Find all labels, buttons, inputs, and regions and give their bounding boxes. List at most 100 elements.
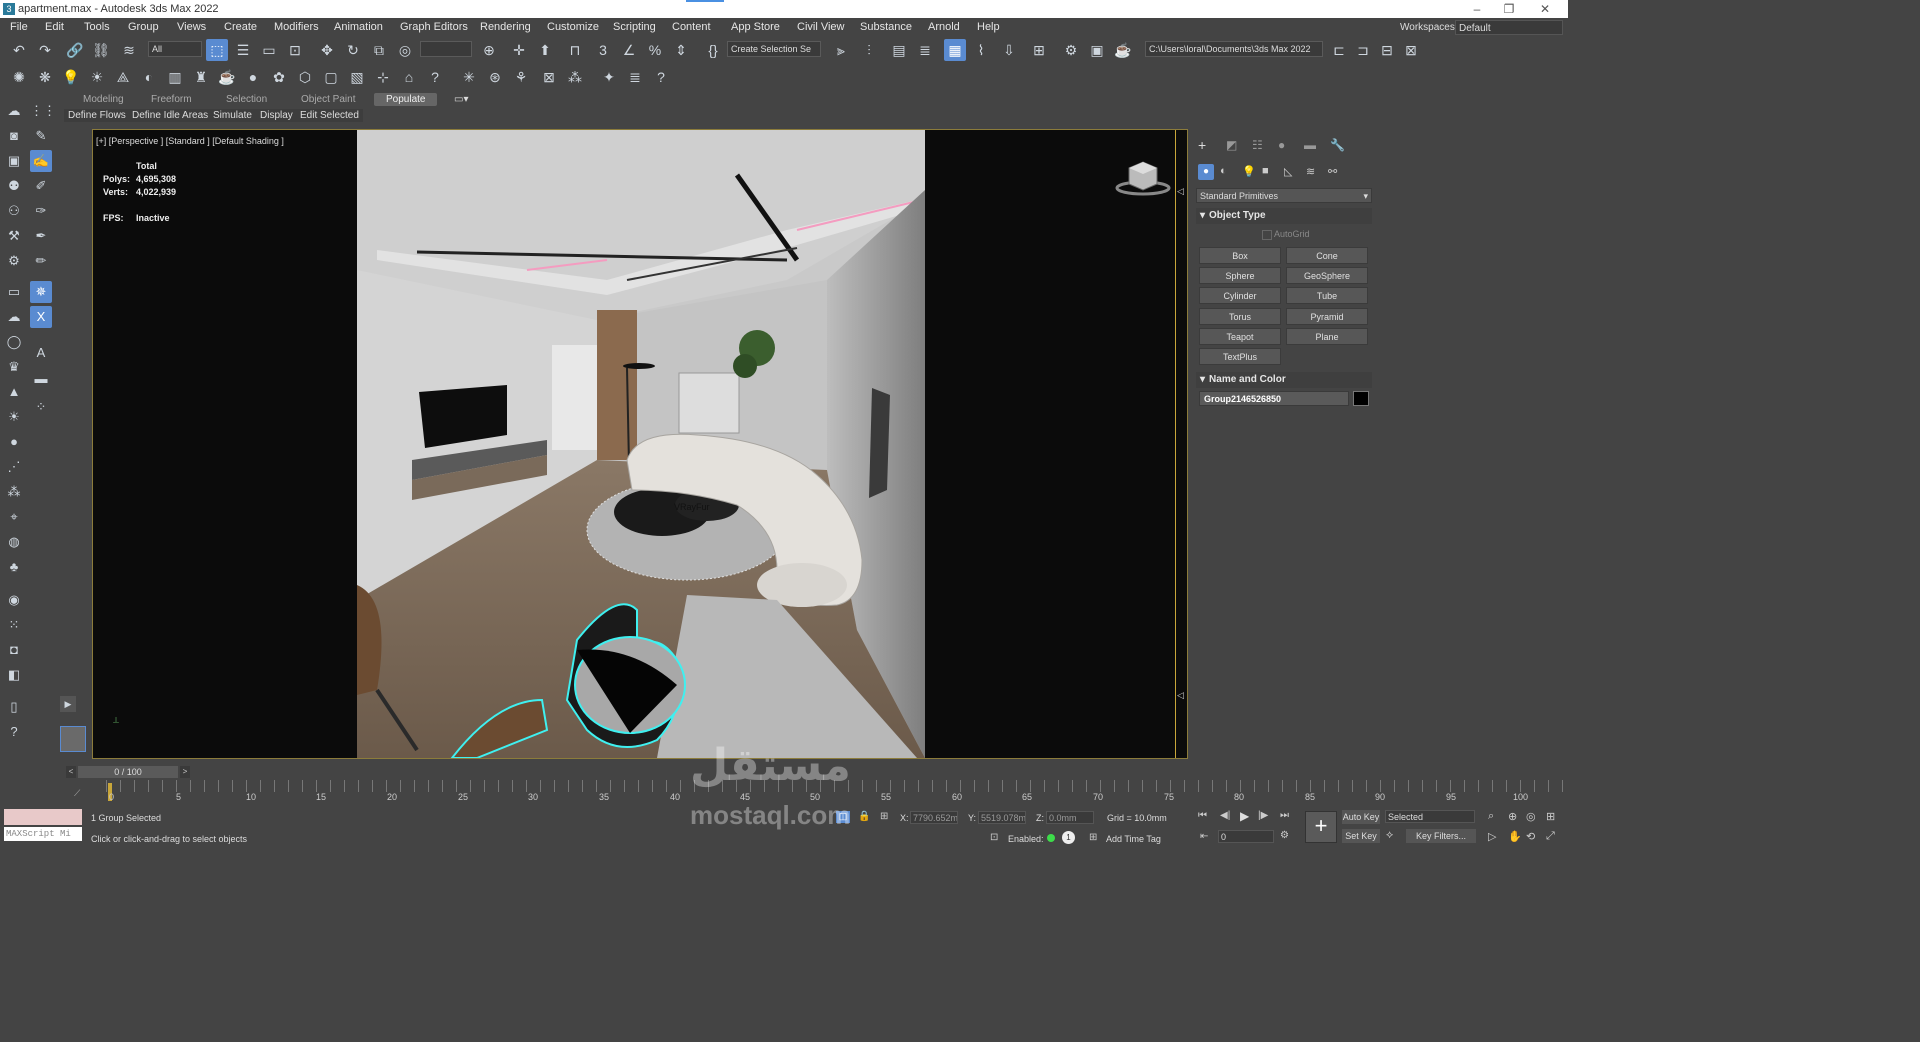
tube-button[interactable]: Tube xyxy=(1286,287,1368,304)
menu-edit[interactable]: Edit xyxy=(45,21,64,33)
name-and-color-rollout[interactable]: ▾ Name and Color xyxy=(1196,372,1372,388)
maximize-viewport-icon[interactable]: ⤢ xyxy=(1546,830,1555,843)
selection-lock-icon[interactable]: 🔒 xyxy=(858,811,870,822)
add-time-tag[interactable]: Add Time Tag xyxy=(1106,834,1161,844)
render-production-icon[interactable]: ☕ xyxy=(1112,39,1134,61)
sofa-icon[interactable]: ♛ xyxy=(3,356,25,378)
dots-icon[interactable]: ⁘ xyxy=(30,396,52,418)
sun-light-icon[interactable]: ☀ xyxy=(3,406,25,428)
select-by-name-icon[interactable]: ☰ xyxy=(232,39,254,61)
select-object-icon[interactable]: ⬚ xyxy=(206,39,228,61)
render-icon[interactable]: ◘ xyxy=(3,639,25,661)
enabled-indicator[interactable] xyxy=(1047,834,1055,842)
render-setup-icon[interactable]: ⚙ xyxy=(1060,39,1082,61)
adaptive-degradation-icon[interactable]: ⊡ xyxy=(990,832,998,843)
text-icon[interactable]: A xyxy=(30,342,52,364)
unlink-icon[interactable]: ⛓ xyxy=(90,39,112,61)
redo-icon[interactable]: ↷ xyxy=(34,39,56,61)
primitives-dropdown[interactable]: Standard Primitives ▾ xyxy=(1196,188,1372,203)
placement-icon[interactable]: ◎ xyxy=(394,39,416,61)
people-icon[interactable]: ⚇ xyxy=(3,200,25,222)
vray-icon-1[interactable]: ✺ xyxy=(8,66,30,88)
systems-icon[interactable]: ⚯ xyxy=(1328,165,1337,178)
pan-view-icon[interactable]: ✋ xyxy=(1508,830,1522,843)
schematic-view-icon[interactable]: ⇩ xyxy=(998,39,1020,61)
particle-icon[interactable]: ⁂ xyxy=(3,481,25,503)
brush-icon-2[interactable]: ✐ xyxy=(30,175,52,197)
material-ball-icon[interactable]: ◉ xyxy=(3,589,25,611)
go-to-end-icon[interactable]: ⏭ xyxy=(1280,810,1289,821)
layer-explorer-icon[interactable]: ≣ xyxy=(914,39,936,61)
create-tab-icon[interactable]: + xyxy=(1198,137,1206,153)
tab-freeform[interactable]: Freeform xyxy=(151,94,192,105)
bottle-icon[interactable]: ♜ xyxy=(190,66,212,88)
align-icon[interactable]: ⫶ xyxy=(858,39,880,61)
scale-icon[interactable]: ⧉ xyxy=(368,39,390,61)
key-mode-select[interactable]: Selected xyxy=(1385,810,1475,823)
ribbon-options-icon[interactable]: ▭▾ xyxy=(454,94,468,105)
torus-icon[interactable]: ◯ xyxy=(3,331,25,353)
menu-help[interactable]: Help xyxy=(977,21,1000,33)
absolute-mode-icon[interactable]: ⊞ xyxy=(880,811,888,822)
plant-icon[interactable]: ♣ xyxy=(3,556,25,578)
project-icon-4[interactable]: ⊠ xyxy=(1400,39,1422,61)
menu-tools[interactable]: Tools xyxy=(84,21,110,33)
lights-icon[interactable]: 💡 xyxy=(1242,165,1256,178)
camera-icon[interactable]: ⌂ xyxy=(398,66,420,88)
minimize-button[interactable]: – xyxy=(1462,1,1492,17)
ball-icon[interactable]: ● xyxy=(3,431,25,453)
project-icon-2[interactable]: ⊐ xyxy=(1352,39,1374,61)
menu-animation[interactable]: Animation xyxy=(334,21,383,33)
menu-modifiers[interactable]: Modifiers xyxy=(274,21,319,33)
zoom-extents-all-icon[interactable]: ⊞ xyxy=(1546,810,1555,823)
cloud-icon[interactable]: ☁ xyxy=(3,306,25,328)
display-tab-icon[interactable]: ▬ xyxy=(1304,138,1316,152)
stairs-icon[interactable]: ⋰ xyxy=(3,456,25,478)
rendered-frame-window-icon[interactable]: ▣ xyxy=(1086,39,1108,61)
angle-snap-icon[interactable]: ∠ xyxy=(618,39,640,61)
bind-space-warp-icon[interactable]: ≋ xyxy=(118,39,140,61)
transform-icon-3[interactable]: ⚘ xyxy=(510,66,532,88)
snaps-toggle-icon[interactable]: ⊓ xyxy=(564,39,586,61)
frame-icon[interactable]: ▥ xyxy=(164,66,186,88)
x-coordinate-field[interactable]: 7790.652m xyxy=(910,811,958,824)
sun-icon[interactable]: ☀ xyxy=(86,66,108,88)
tab-populate[interactable]: Populate xyxy=(374,93,438,106)
plugin-help-icon[interactable]: ? xyxy=(650,66,672,88)
scene-icon[interactable]: ⚉ xyxy=(3,175,25,197)
maxscript-mini-listener[interactable]: MAXScript Mi xyxy=(4,827,82,841)
viewport-label[interactable]: [+] [Perspective ] [Standard ] [Default … xyxy=(96,136,284,146)
spacewarps-icon[interactable]: ≋ xyxy=(1306,165,1315,178)
spinner-snap-icon[interactable]: ⇕ xyxy=(670,39,692,61)
key-mode-toggle-icon[interactable]: ⇤ xyxy=(1200,831,1208,842)
edit-selected-button[interactable]: Edit Selected xyxy=(296,109,363,122)
define-idle-areas-button[interactable]: Define Idle Areas xyxy=(128,109,213,122)
object-name-field[interactable]: Group2146526850 xyxy=(1199,391,1349,406)
torus-button[interactable]: Torus xyxy=(1199,308,1281,325)
snap-3d-icon[interactable]: 3 xyxy=(592,39,614,61)
hierarchy-tab-icon[interactable]: ☷ xyxy=(1252,138,1263,152)
teapot-icon[interactable]: ☕ xyxy=(216,66,238,88)
light-icon[interactable]: 💡 xyxy=(60,66,82,88)
menu-content[interactable]: Content xyxy=(672,21,711,33)
node-icon[interactable]: ⌖ xyxy=(3,506,25,528)
tree-icon[interactable]: ⟁ xyxy=(112,66,134,88)
helpers-icon[interactable]: ◺ xyxy=(1284,165,1292,178)
motion-tab-icon[interactable]: ● xyxy=(1278,138,1285,152)
transform-icon-1[interactable]: ✳ xyxy=(458,66,480,88)
undo-icon[interactable]: ↶ xyxy=(8,39,30,61)
fur-icon[interactable]: ✿ xyxy=(268,66,290,88)
wrench-icon[interactable]: ⚙ xyxy=(3,250,25,272)
globe-icon[interactable]: ◍ xyxy=(3,531,25,553)
project-path-select[interactable]: C:\Users\loral\Documents\3ds Max 2022 xyxy=(1145,41,1323,57)
cone-button[interactable]: Cone xyxy=(1286,247,1368,264)
selection-brush-icon[interactable]: ✍ xyxy=(30,150,52,172)
menu-substance[interactable]: Substance xyxy=(860,21,912,33)
viewcube[interactable] xyxy=(1115,158,1171,198)
cone-icon[interactable]: ▲ xyxy=(3,381,25,403)
time-slider-prev-icon[interactable]: < xyxy=(66,766,76,778)
help-icon[interactable]: ? xyxy=(424,66,446,88)
box-button[interactable]: Box xyxy=(1199,247,1281,264)
sphere-button[interactable]: Sphere xyxy=(1199,267,1281,284)
close-button[interactable]: ✕ xyxy=(1530,1,1560,17)
